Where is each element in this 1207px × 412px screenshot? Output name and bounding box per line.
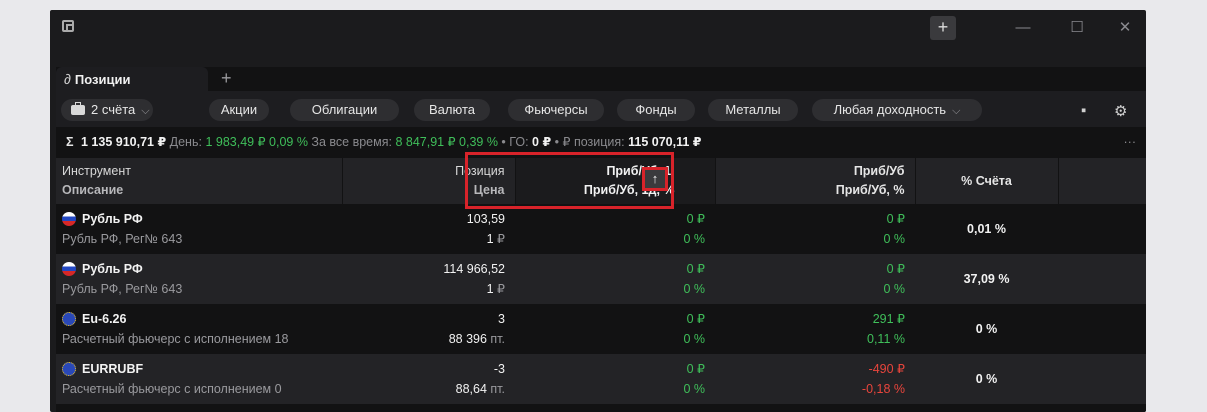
more-icon[interactable]: ··· [1124,127,1137,157]
pnl-day-abs: 0 ₽ [686,362,705,376]
instrument-name: Рубль РФ [82,262,143,276]
title-bar: + — ☐ ✕ [50,10,1146,47]
position-qty: -3 [493,362,505,376]
pnl-day-pct: 0 % [683,382,705,396]
minimize-button[interactable]: — [1008,16,1038,40]
add-widget-button[interactable]: + [930,16,956,40]
pnl-abs: 0 ₽ [886,212,905,226]
position-qty: 3 [498,312,505,326]
price-unit: ₽ [497,282,505,296]
instrument-name: Рубль РФ [82,212,143,226]
position-qty: 114 966,52 [443,262,505,276]
table-row[interactable]: Рубль РФ Рубль РФ, Рег№ 643 114 966,52 1 ₽… [56,254,1146,304]
close-button[interactable]: ✕ [1110,16,1140,40]
separator-dot: • [501,135,506,149]
sigma-icon: Σ [66,135,74,149]
wallet-icon[interactable]: ▪ [1081,102,1086,119]
briefcase-icon [71,102,85,115]
account-pct: 37,09 % [915,254,1058,304]
col-pnl[interactable]: Приб/Уб Приб/Уб, % [715,158,916,204]
maximize-button[interactable]: ☐ [1062,16,1092,40]
pnl-pct: 0 % [883,282,905,296]
tab-positions[interactable]: ∂ Позиции [56,67,208,91]
pnl-day-pct: 0 % [683,232,705,246]
gear-icon[interactable]: ⚙ [1114,102,1127,120]
instrument-desc: Расчетный фьючерс с исполнением 18 [62,332,289,346]
window-icon [62,20,74,32]
filter-futures[interactable]: Фьючерсы [508,99,604,121]
account-pct: 0 % [915,354,1058,404]
day-value: 1 983,49 ₽ [205,135,266,149]
price: 1 [486,282,494,296]
day-label: День: [169,135,202,149]
account-pct: 0 % [915,304,1058,354]
yield-label: Любая доходность [833,102,947,117]
pnl-day-abs: 0 ₽ [686,312,705,326]
terminal-window: + — ☐ ✕ ∂ Позиции + 2 счёта ⌵ Акции Облиг… [50,10,1146,412]
account-pct: 0,01 % [915,204,1058,254]
euro-flag-icon [62,312,76,326]
pnl-day-pct: 0 % [683,332,705,346]
filter-bonds[interactable]: Облигации [290,99,399,121]
price-unit: пт. [490,382,505,396]
russia-flag-icon [62,262,76,276]
filter-metals[interactable]: Металлы [708,99,798,121]
day-pct: 0,09 % [269,135,308,149]
rub-position-value: 115 070,11 ₽ [628,135,702,149]
total-value: 1 135 910,71 ₽ [81,135,167,149]
pnl-day-abs: 0 ₽ [686,212,705,226]
price: 1 [486,232,494,246]
go-value: 0 ₽ [532,135,552,149]
separator-dot: • [554,135,560,149]
col-instrument[interactable]: Инструмент Описание [56,158,343,204]
rub-position-label: ₽ позиция: [562,135,625,149]
instrument-desc: Рубль РФ, Рег№ 643 [62,232,183,246]
russia-flag-icon [62,212,76,226]
price-unit: пт. [490,332,505,346]
all-time-label: За все время: [311,135,392,149]
sort-ascending-button[interactable]: ↑ [642,167,668,191]
table-row[interactable]: EURRUBF Расчетный фьючерс с исполнением 0… [56,354,1146,404]
chevron-down-icon: ⌵ [141,105,150,117]
filter-currency[interactable]: Валюта [414,99,490,121]
col-account-pct[interactable]: % Счёта [915,158,1059,204]
accounts-dropdown[interactable]: 2 счёта ⌵ [61,99,153,121]
add-tab-button[interactable]: + [221,68,232,89]
filter-stocks[interactable]: Акции [209,99,269,121]
price-unit: ₽ [497,232,505,246]
col-empty [1058,158,1146,204]
chevron-down-icon: ⌵ [952,105,961,117]
pnl-abs: 0 ₽ [886,262,905,276]
instrument-desc: Рубль РФ, Рег№ 643 [62,282,183,296]
price: 88,64 [455,382,487,396]
pnl-day-pct: 0 % [683,282,705,296]
pnl-pct: -0,18 % [861,382,905,396]
pnl-abs: -490 ₽ [868,362,905,376]
price: 88 396 [448,332,487,346]
position-qty: 103,59 [466,212,505,226]
pnl-pct: 0 % [883,232,905,246]
go-label: ГО: [509,135,529,149]
filter-funds[interactable]: Фонды [617,99,695,121]
table-row[interactable]: Eu-6.26 Расчетный фьючерс с исполнением 1… [56,304,1146,354]
link-icon: ∂ [64,71,71,87]
accounts-label: 2 счёта [91,102,136,117]
pnl-abs: 291 ₽ [872,312,905,326]
filter-toolbar: 2 счёта ⌵ Акции Облигации Валюта Фьючерсы… [56,91,1146,127]
instrument-name: EURRUBF [82,362,144,376]
all-time-pct: 0,39 % [459,135,498,149]
positions-panel: ∂ Позиции + 2 счёта ⌵ Акции Облигации Вал… [56,67,1146,412]
arrow-up-icon: ↑ [651,171,659,186]
tab-label: Позиции [74,71,131,87]
table-row[interactable]: Рубль РФ Рубль РФ, Рег№ 643 103,59 1 ₽ 0 ₽… [56,204,1146,254]
tab-bar: ∂ Позиции + [56,67,1146,91]
instrument-desc: Расчетный фьючерс с исполнением 0 [62,382,282,396]
instrument-name: Eu-6.26 [82,312,127,326]
yield-dropdown[interactable]: Любая доходность ⌵ [812,99,982,121]
euro-flag-icon [62,362,76,376]
pnl-day-abs: 0 ₽ [686,262,705,276]
pnl-pct: 0,11 % [867,332,905,346]
all-time-value: 8 847,91 ₽ [395,135,456,149]
